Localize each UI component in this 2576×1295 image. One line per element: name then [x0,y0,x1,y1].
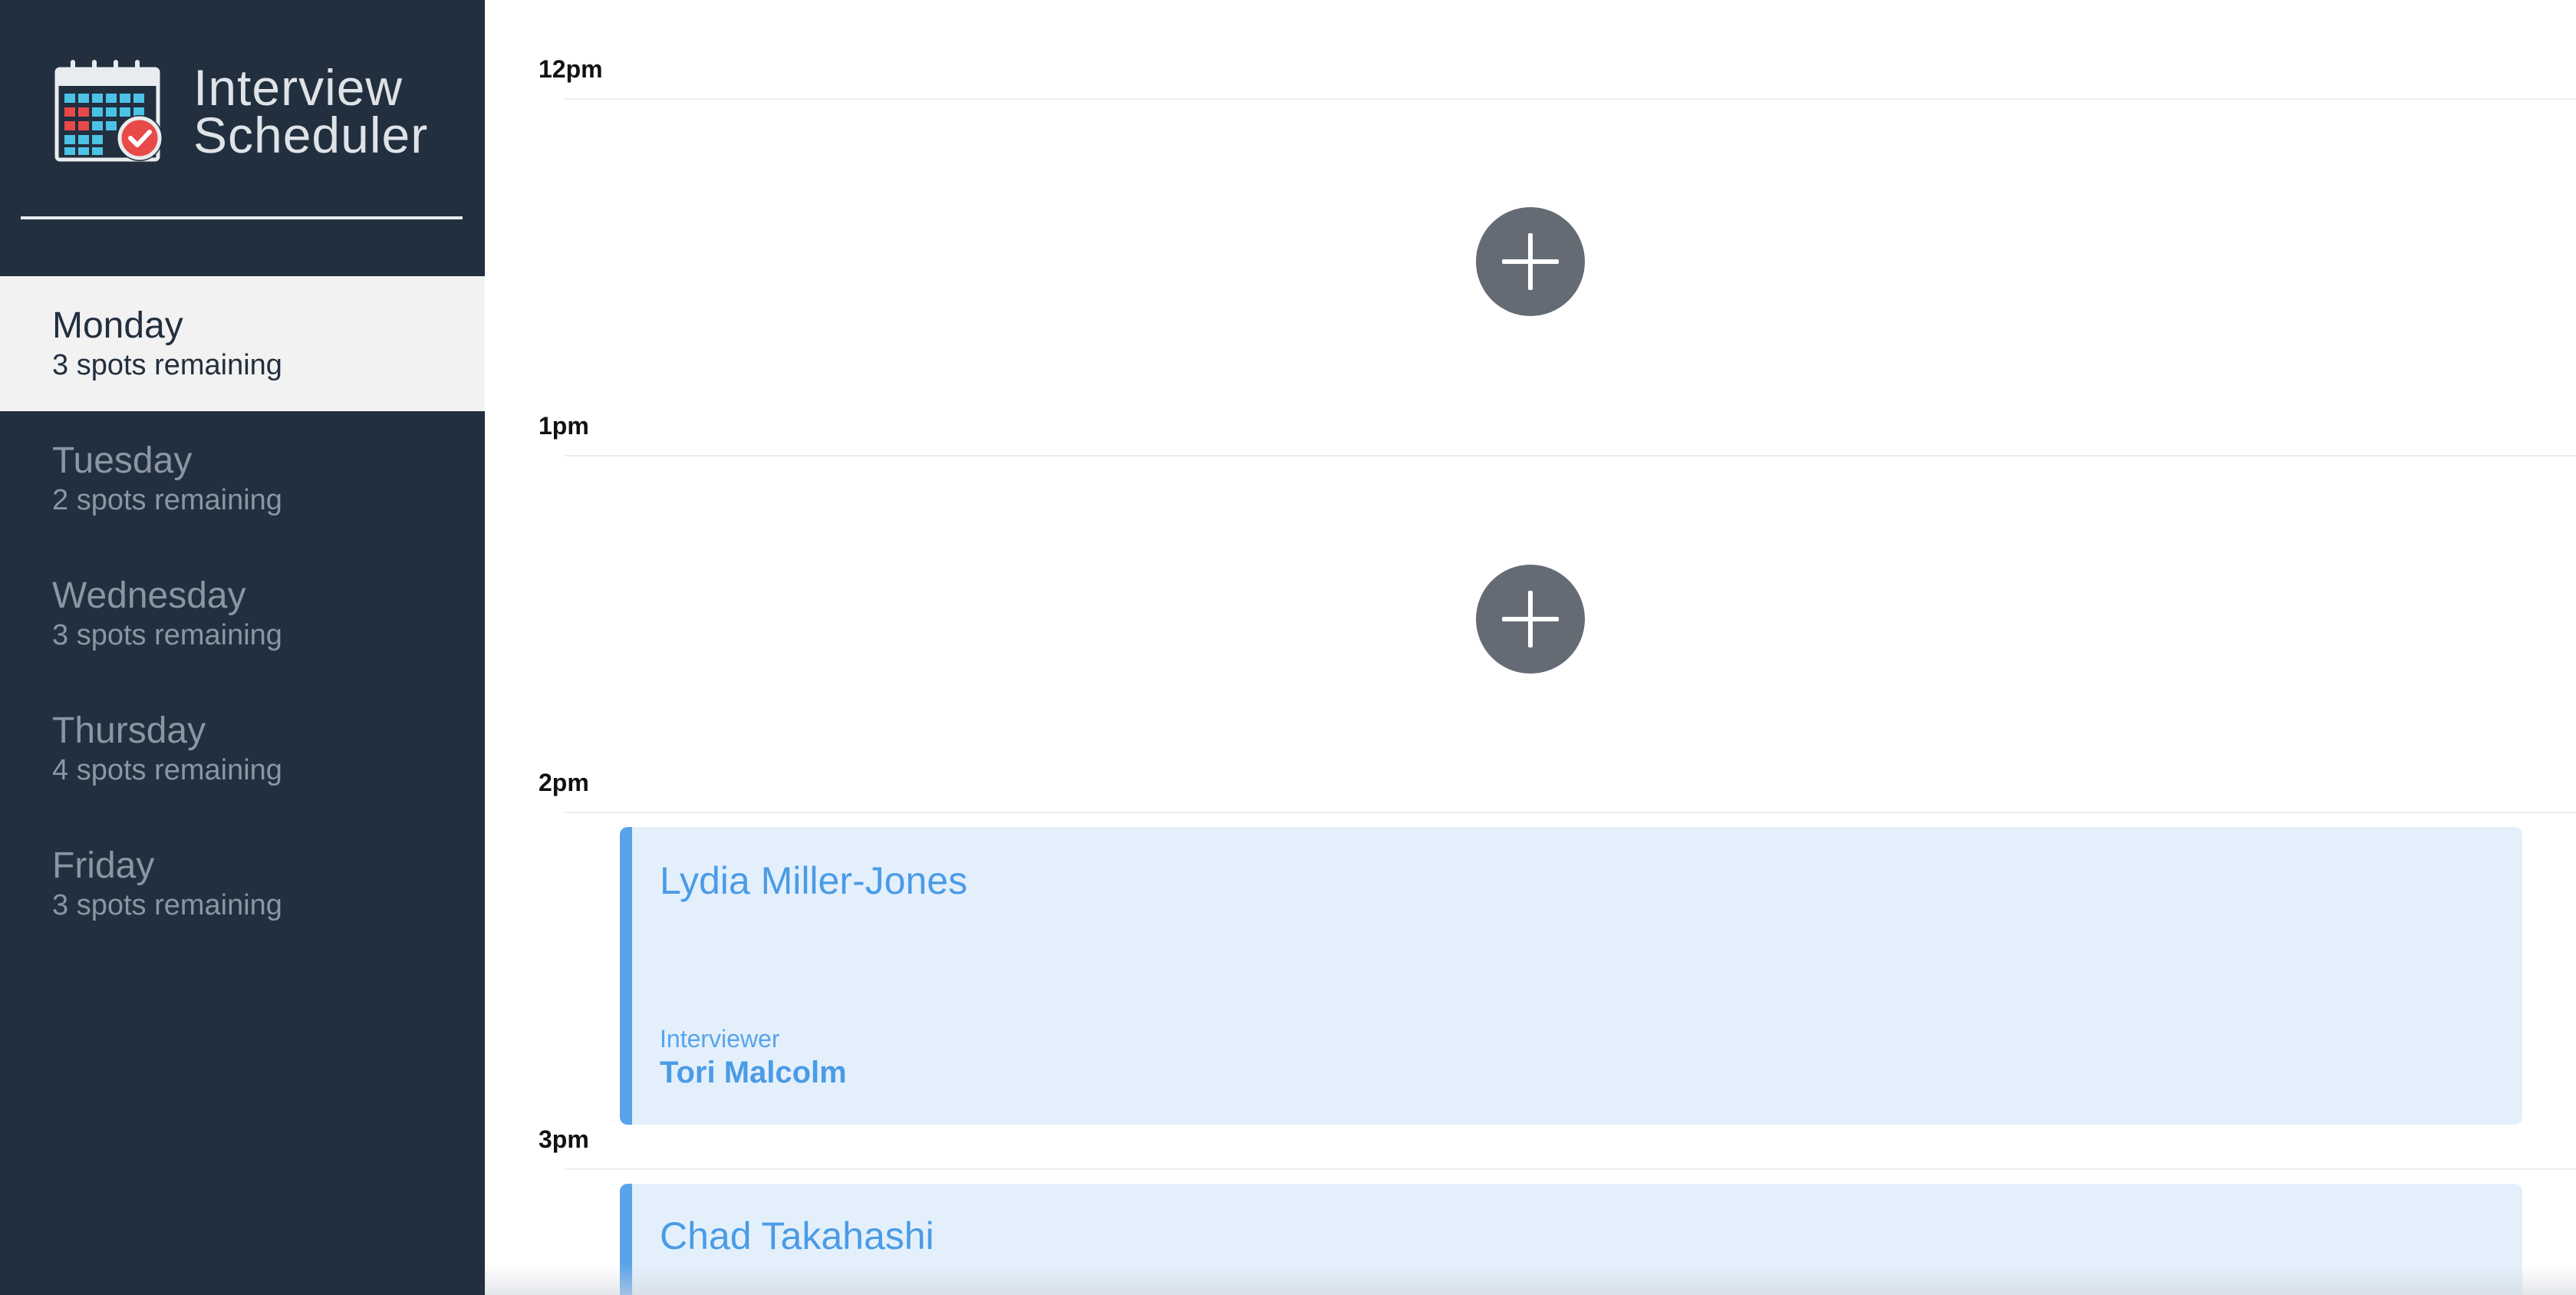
slot-header-3pm: 3pm [539,1124,2576,1178]
app-title-line2: Scheduler [193,107,429,163]
app-root: Interview Scheduler Monday 3 spots remai… [0,0,2576,1295]
app-title: Interview Scheduler [193,59,429,163]
day-item-thursday[interactable]: Thursday 4 spots remaining [0,681,485,816]
sidebar: Interview Scheduler Monday 3 spots remai… [0,0,485,1295]
student-name: Lydia Miller-Jones [660,859,968,902]
plus-icon [1502,591,1559,648]
schedule[interactable]: 12pm 1pm 2pm Lydia Miller-Jones Intervie… [485,0,2576,1295]
day-name: Wednesday [52,575,246,616]
slot-time: 1pm [539,412,589,440]
slot-divider [565,1168,2576,1170]
day-spots: 4 spots remaining [52,754,282,786]
plus-icon [1502,233,1559,290]
day-item-monday[interactable]: Monday 3 spots remaining [0,276,485,411]
calendar-check-icon [54,60,163,162]
slot-header-12pm: 12pm [539,54,2576,107]
appointment-card[interactable]: Lydia Miller-Jones Interviewer Tori Malc… [620,827,2522,1125]
interviewer-name: Tori Malcolm [660,1056,847,1089]
day-name: Friday [52,845,155,886]
slot-header-2pm: 2pm [539,767,2576,821]
student-name: Chad Takahashi [660,1214,934,1257]
day-spots: 3 spots remaining [52,619,282,651]
slot-time: 2pm [539,769,589,796]
app-title-line1: Interview [193,59,404,116]
slot-divider [565,455,2576,456]
day-spots: 2 spots remaining [52,484,282,516]
appointment-card[interactable]: Chad Takahashi [620,1184,2522,1295]
day-item-tuesday[interactable]: Tuesday 2 spots remaining [0,411,485,546]
day-spots: 3 spots remaining [52,889,282,921]
interviewer-label: Interviewer [660,1025,780,1053]
day-name: Thursday [52,710,206,751]
day-name: Tuesday [52,440,193,481]
slot-divider [565,812,2576,813]
day-item-friday[interactable]: Friday 3 spots remaining [0,816,485,951]
slot-time: 12pm [539,55,603,83]
slot-time: 3pm [539,1125,589,1153]
add-appointment-button[interactable] [1476,565,1585,674]
day-list: Monday 3 spots remaining Tuesday 2 spots… [0,276,485,951]
day-name: Monday [52,305,183,346]
day-item-wednesday[interactable]: Wednesday 3 spots remaining [0,546,485,681]
slot-header-1pm: 1pm [539,410,2576,464]
slot-divider [565,98,2576,100]
sidebar-divider [21,216,463,219]
brand: Interview Scheduler [54,58,428,164]
add-appointment-button[interactable] [1476,207,1585,316]
day-spots: 3 spots remaining [52,349,282,381]
